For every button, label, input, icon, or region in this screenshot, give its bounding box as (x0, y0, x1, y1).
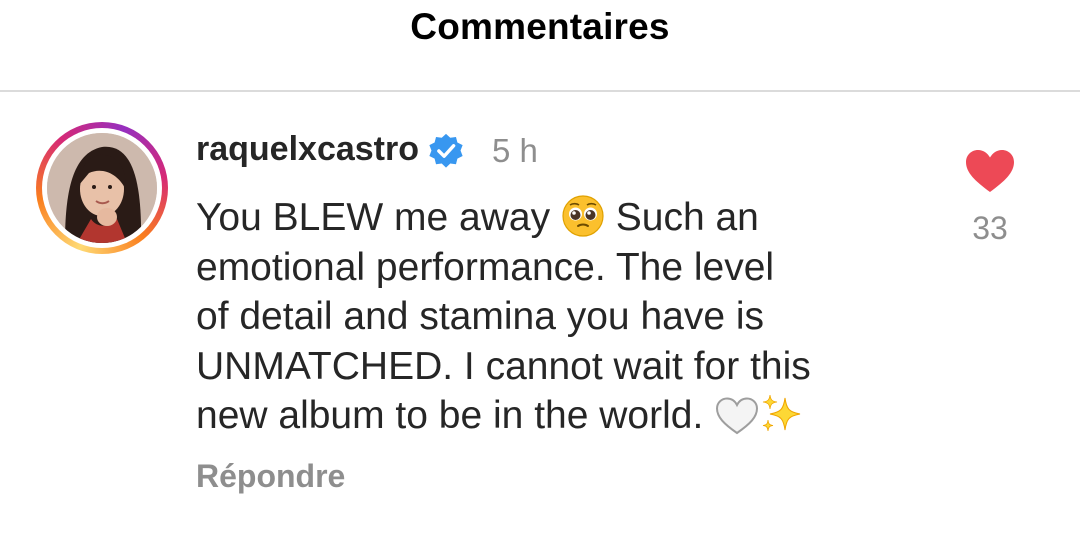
comment-text-segment: new album to be in the world. (196, 394, 715, 437)
comments-header: Commentaires (0, 0, 1080, 92)
avatar-image (47, 133, 157, 243)
avatar-photo (47, 133, 157, 243)
comment-body: You BLEW me away Such an emotional perfo… (196, 193, 896, 441)
white-heart-icon (716, 397, 759, 435)
avatar-ring-gap (42, 128, 162, 248)
page-title: Commentaires (410, 6, 670, 47)
pleading-face-icon (562, 195, 604, 237)
like-heart-icon[interactable] (964, 148, 1016, 194)
comment-line: emotional performance. The level (196, 245, 775, 289)
like-count: 33 (972, 210, 1008, 246)
sparkles-icon (763, 394, 801, 432)
comment-line: of detail and stamina you have is (196, 295, 765, 338)
avatar[interactable] (36, 122, 168, 254)
reply-button[interactable]: Répondre (196, 458, 345, 495)
comment-line: new album to be in the world. (196, 391, 896, 441)
comment-line: UNMATCHED. I cannot wait for this (196, 344, 811, 388)
verified-badge-icon (429, 133, 463, 168)
comment-timestamp: 5 h (492, 132, 538, 169)
comment-line: You BLEW me away Such an (196, 193, 896, 243)
comment-username[interactable]: raquelxcastro (196, 130, 419, 169)
comment-text-segment: You BLEW me away (196, 196, 561, 239)
comment-text-segment: Such an (604, 196, 759, 239)
